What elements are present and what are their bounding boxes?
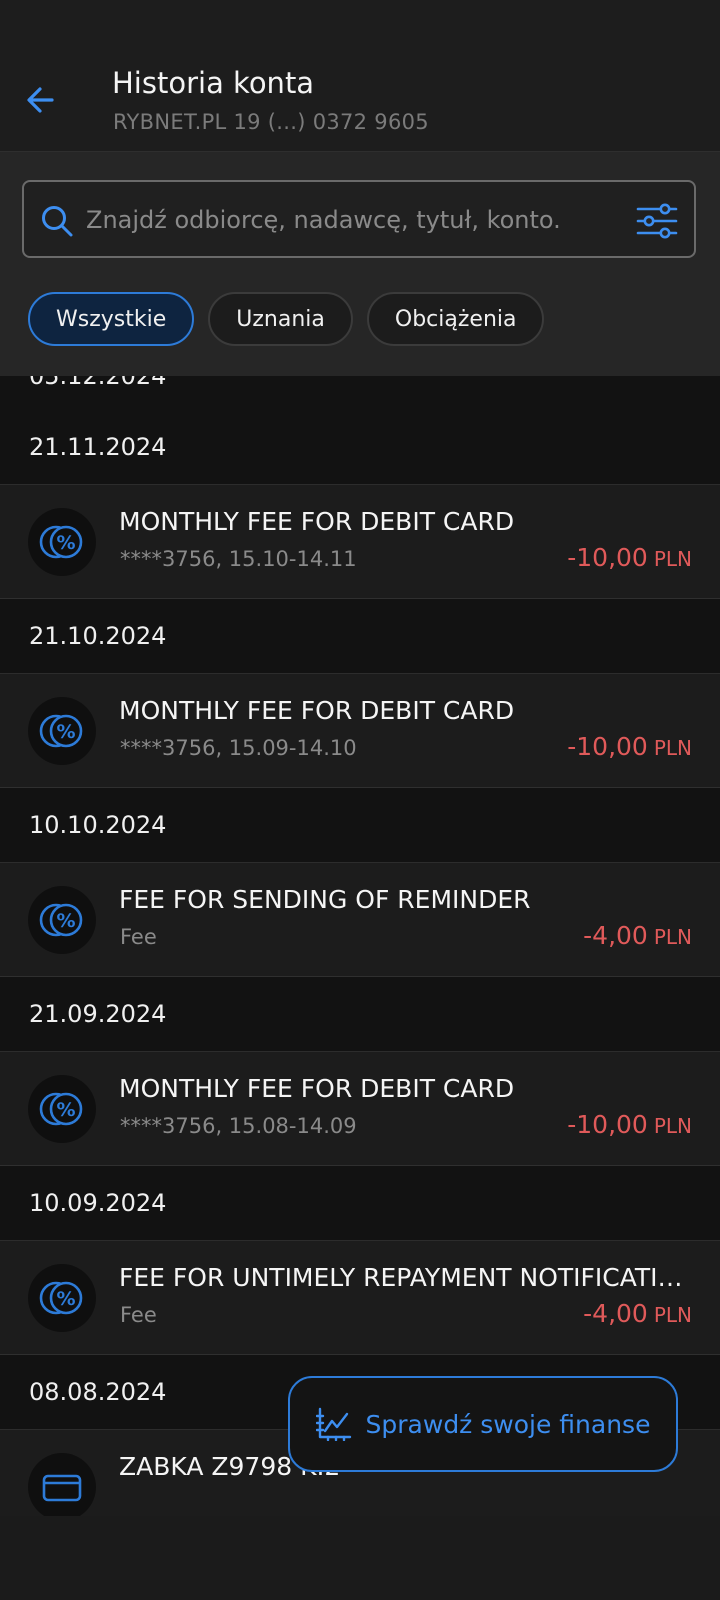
- date-header: 21.09.2024: [0, 977, 720, 1052]
- amount-currency: PLN: [653, 1303, 692, 1327]
- chip-credits[interactable]: Uznania: [208, 292, 353, 346]
- transaction-subtitle: ****3756, 15.08-14.09: [120, 1114, 357, 1138]
- amount-currency: PLN: [653, 547, 692, 571]
- percent-coins-icon: %: [28, 1264, 96, 1332]
- amount-currency: PLN: [653, 1114, 692, 1138]
- svg-text:%: %: [56, 910, 75, 932]
- back-button[interactable]: [22, 80, 62, 120]
- transaction-list[interactable]: 05.12.2024 21.11.2024 % MONTHLY FEE FOR …: [0, 376, 720, 1516]
- transaction-row[interactable]: % FEE FOR UNTIMELY REPAYMENT NOTIFICATIO…: [0, 1241, 720, 1355]
- transaction-row[interactable]: % MONTHLY FEE FOR DEBIT CARD ****3756, 1…: [0, 485, 720, 599]
- date-header: 10.10.2024: [0, 788, 720, 863]
- date-header: 10.09.2024: [0, 1166, 720, 1241]
- search-input[interactable]: [84, 196, 628, 244]
- transaction-title: MONTHLY FEE FOR DEBIT CARD: [119, 507, 515, 536]
- transaction-title: FEE FOR UNTIMELY REPAYMENT NOTIFICATIO..…: [119, 1263, 689, 1292]
- transaction-amount: -10,00 PLN: [567, 543, 692, 572]
- amount-currency: PLN: [653, 736, 692, 760]
- search-icon: [42, 206, 73, 237]
- transaction-amount: -4,00 PLN: [583, 1299, 692, 1328]
- amount-value: -10,00: [567, 543, 648, 572]
- percent-coins-icon: %: [28, 697, 96, 765]
- page-title: Historia konta: [112, 66, 315, 100]
- date-header: 21.11.2024: [0, 410, 720, 485]
- transaction-subtitle: ****3756, 15.09-14.10: [120, 736, 357, 760]
- account-number: RYBNET.PL 19 (...) 0372 9605: [113, 110, 429, 134]
- transaction-amount: [686, 1488, 692, 1516]
- filter-chips: Wszystkie Uznania Obciążenia: [28, 292, 545, 346]
- date-header: 05.12.2024: [0, 376, 720, 410]
- transaction-title: MONTHLY FEE FOR DEBIT CARD: [119, 1074, 515, 1103]
- transaction-subtitle: ****3756, 15.10-14.11: [120, 547, 357, 571]
- svg-text:%: %: [56, 1288, 75, 1310]
- percent-coins-icon: %: [28, 1075, 96, 1143]
- amount-value: -10,00: [567, 732, 648, 761]
- check-finances-label: Sprawdź swoje finanse: [365, 1409, 651, 1439]
- date-header: 21.10.2024: [0, 599, 720, 674]
- amount-value: -4,00: [583, 1299, 648, 1328]
- sliders-icon[interactable]: [636, 201, 678, 241]
- transaction-title: FEE FOR SENDING OF REMINDER: [119, 885, 531, 914]
- transaction-title: MONTHLY FEE FOR DEBIT CARD: [119, 696, 515, 725]
- transaction-amount: -10,00 PLN: [567, 732, 692, 761]
- percent-coins-icon: %: [28, 508, 96, 576]
- transaction-row[interactable]: % MONTHLY FEE FOR DEBIT CARD ****3756, 1…: [0, 1052, 720, 1166]
- transaction-subtitle: Fee: [120, 1303, 157, 1327]
- bottom-bar: [0, 1516, 720, 1600]
- amount-currency: PLN: [653, 925, 692, 949]
- amount-value: -4,00: [583, 921, 648, 950]
- search-toolbar: Wszystkie Uznania Obciążenia: [0, 152, 720, 376]
- amount-value: -10,00: [567, 1110, 648, 1139]
- chip-all[interactable]: Wszystkie: [28, 292, 195, 346]
- transaction-row[interactable]: % MONTHLY FEE FOR DEBIT CARD ****3756, 1…: [0, 674, 720, 788]
- transaction-row[interactable]: % FEE FOR SENDING OF REMINDER Fee -4,00 P…: [0, 863, 720, 977]
- svg-text:%: %: [56, 532, 75, 554]
- app-header: Historia konta RYBNET.PL 19 (...) 0372 9…: [0, 0, 720, 152]
- svg-text:%: %: [56, 721, 75, 743]
- check-finances-button[interactable]: Sprawdź swoje finanse: [288, 1376, 678, 1472]
- svg-text:%: %: [56, 1099, 75, 1121]
- transaction-amount: -10,00 PLN: [567, 1110, 692, 1139]
- chip-debits[interactable]: Obciążenia: [366, 292, 545, 346]
- arrow-left-icon: [27, 87, 54, 113]
- search-box: [22, 180, 696, 258]
- transaction-amount: -4,00 PLN: [583, 921, 692, 950]
- transaction-subtitle: Fee: [120, 925, 157, 949]
- percent-coins-icon: %: [28, 886, 96, 954]
- card-icon: [28, 1453, 96, 1516]
- chart-icon: [315, 1407, 351, 1441]
